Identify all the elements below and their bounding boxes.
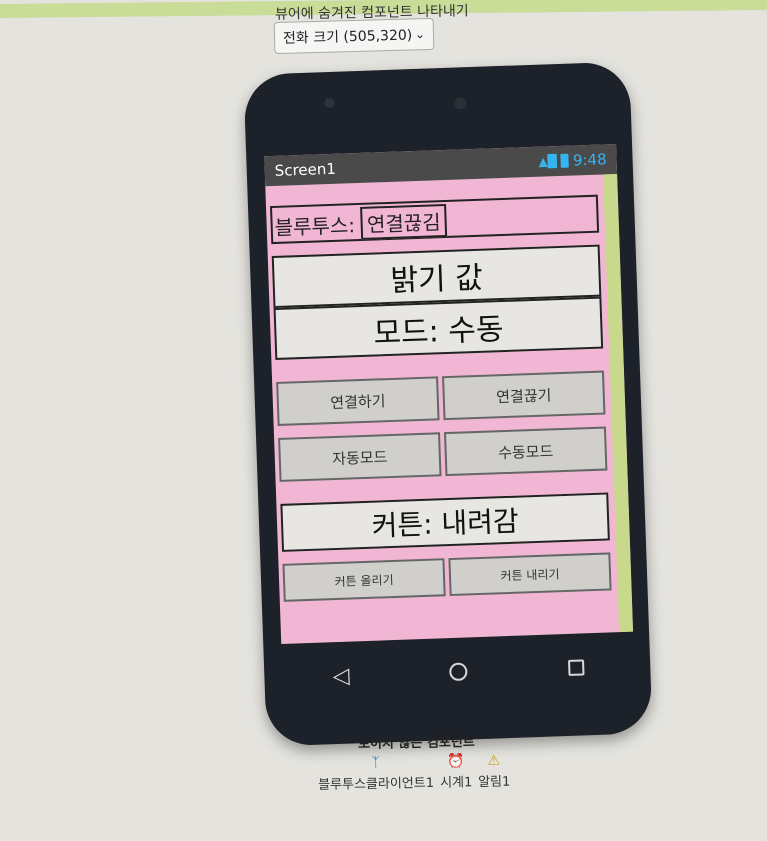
- home-icon[interactable]: [449, 662, 469, 682]
- speaker-dot: [324, 97, 335, 109]
- back-icon[interactable]: ◁: [332, 663, 350, 689]
- battery-icon: [560, 153, 570, 168]
- app-screen: Screen1 ▲█ 9:48 블루투스: 연결끊김 밝기 값 모드: 수동 연…: [264, 143, 634, 644]
- recent-apps-icon[interactable]: [567, 659, 585, 676]
- warning-icon: ⚠: [487, 752, 501, 769]
- component-label: 블루투스클라이언트1: [318, 775, 435, 793]
- component-label: 알림1: [478, 774, 511, 791]
- curtain-up-button[interactable]: 커튼 올리기: [282, 558, 446, 602]
- bluetooth-icon: ᛉ: [371, 754, 381, 771]
- connect-button[interactable]: 연결하기: [276, 376, 440, 426]
- android-navbar: ◁: [281, 636, 635, 708]
- status-time: 9:48: [572, 150, 607, 170]
- chevron-down-icon: ⌄: [414, 27, 426, 42]
- curtain-label: 커튼: 내려감: [280, 492, 610, 552]
- bluetooth-status-box: 블루투스: 연결끊김: [269, 194, 600, 245]
- mode-button-row: 자동모드 수동모드: [278, 426, 608, 482]
- screen-title: Screen1: [274, 159, 337, 180]
- invisible-components-list: ᛉ 블루투스클라이언트1 ⏰ 시계1 ⚠ 알림1: [318, 750, 539, 800]
- auto-mode-button[interactable]: 자동모드: [278, 432, 442, 482]
- curtain-button-row: 커튼 올리기 커튼 내리기: [282, 552, 612, 602]
- status-bar: ▲█ 9:48: [538, 150, 607, 170]
- manual-mode-button[interactable]: 수동모드: [443, 426, 608, 477]
- connection-button-row: 연결하기 연결끊기: [276, 370, 606, 426]
- app-content: 블루투스: 연결끊김 밝기 값 모드: 수동 연결하기 연결끊기 자동모드 수동…: [265, 174, 619, 644]
- phone-size-select[interactable]: 전화 크기 (505,320) ⌄: [273, 17, 435, 55]
- wifi-signal-icon: ▲█: [538, 154, 558, 169]
- camera-dot: [454, 97, 467, 110]
- bluetooth-status-label: 블루투스: 연결끊김: [274, 203, 448, 243]
- component-label: 시계1: [440, 775, 473, 791]
- phone-size-value: 전화 크기 (505,320): [282, 27, 413, 47]
- mode-label: 모드: 수동: [273, 296, 604, 360]
- disconnect-button[interactable]: 연결끊기: [442, 370, 606, 421]
- phone-preview: Screen1 ▲█ 9:48 블루투스: 연결끊김 밝기 값 모드: 수동 연…: [243, 61, 653, 747]
- component-bluetooth-client[interactable]: ᛉ 블루투스클라이언트1: [318, 752, 435, 793]
- bluetooth-status-value: 연결끊김: [360, 203, 448, 240]
- bluetooth-label: 블루투스:: [274, 213, 356, 240]
- clock-icon: ⏰: [447, 753, 465, 770]
- component-notifier[interactable]: ⚠ 알림1: [478, 751, 511, 791]
- component-clock[interactable]: ⏰ 시계1: [440, 751, 473, 791]
- curtain-down-button[interactable]: 커튼 내리기: [448, 552, 612, 597]
- invisible-components-title: 보이지 않는 컴포넌트: [357, 734, 475, 753]
